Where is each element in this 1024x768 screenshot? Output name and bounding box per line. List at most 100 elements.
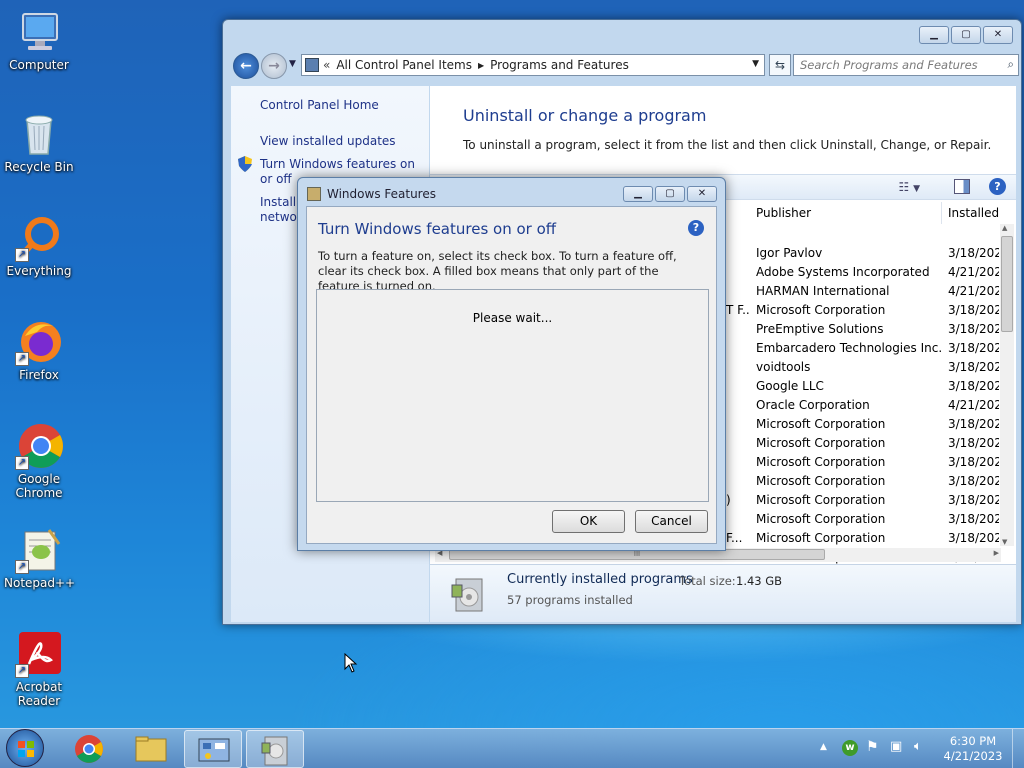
cancel-button[interactable]: Cancel — [635, 510, 708, 533]
program-name-fragment[interactable] — [726, 512, 750, 531]
dialog-maximize-button[interactable]: ▢ — [655, 186, 685, 202]
program-name-fragment[interactable]: T F... — [726, 303, 750, 322]
program-name-fragment[interactable] — [726, 474, 750, 493]
view-options-button[interactable]: ☷ ▼ — [898, 180, 920, 194]
program-publisher[interactable]: Oracle Corporation — [756, 398, 942, 417]
minimize-button[interactable]: ▁ — [919, 26, 949, 44]
program-name-fragment[interactable] — [726, 417, 750, 436]
desktop-icon-everything[interactable]: ↗ Everything — [4, 214, 74, 278]
features-tree[interactable]: Please wait... — [316, 289, 709, 502]
address-bar[interactable]: « All Control Panel Items ▶ Programs and… — [301, 54, 765, 76]
volume-icon[interactable]: 🔈︎ — [914, 739, 922, 754]
refresh-button[interactable]: ⇆ — [769, 54, 791, 76]
desktop-icon-firefox[interactable]: ↗ Firefox — [4, 318, 74, 382]
scroll-up-icon[interactable]: ▲ — [1002, 224, 1007, 232]
program-name-fragment[interactable] — [726, 265, 750, 284]
taskbar-chrome[interactable] — [60, 730, 118, 768]
control-panel-home-link[interactable]: Control Panel Home — [260, 98, 379, 113]
program-installed-date[interactable]: 3/18/2023 — [948, 436, 999, 455]
program-installed-date[interactable]: 3/18/2023 — [948, 341, 999, 360]
preview-pane-button[interactable] — [954, 179, 970, 194]
breadcrumb-all-control-panel-items[interactable]: All Control Panel Items — [336, 58, 472, 72]
program-installed-date[interactable]: 3/18/2023 — [948, 417, 999, 436]
program-name-fragment[interactable] — [726, 379, 750, 398]
taskbar-control-panel[interactable] — [184, 730, 242, 768]
program-name-fragment[interactable] — [726, 284, 750, 303]
program-publisher[interactable]: voidtools — [756, 360, 942, 379]
desktop-icon-notepad-plus-plus[interactable]: ↗ Notepad++ — [4, 526, 75, 590]
maximize-button[interactable]: ▢ — [951, 26, 981, 44]
program-name-fragment[interactable] — [726, 398, 750, 417]
program-installed-date[interactable]: 3/18/2023 — [948, 493, 999, 512]
action-center-flag-icon[interactable]: ⚑ — [866, 739, 879, 755]
program-installed-date[interactable]: 3/18/2023 — [948, 512, 999, 531]
start-button[interactable] — [6, 729, 44, 767]
program-installed-date[interactable]: 3/18/2023 — [948, 246, 999, 265]
program-installed-date[interactable]: 3/18/2023 — [948, 360, 999, 379]
dialog-minimize-button[interactable]: ▁ — [623, 186, 653, 202]
mouse-cursor-icon — [344, 652, 358, 676]
ok-button[interactable]: OK — [552, 510, 625, 533]
program-installed-date[interactable]: 4/21/2023 — [948, 398, 999, 417]
program-name-fragment[interactable] — [726, 436, 750, 455]
help-icon[interactable]: ? — [688, 220, 704, 236]
breadcrumb-separator-icon[interactable]: ▶ — [478, 61, 484, 70]
vertical-scrollbar[interactable]: ▲ ▼ — [1000, 224, 1014, 546]
desktop-icon-computer[interactable]: Computer — [4, 8, 74, 72]
dialog-close-button[interactable]: ✕ — [687, 186, 717, 202]
program-publisher[interactable]: PreEmptive Solutions — [756, 322, 942, 341]
tray-clock[interactable]: 6:30 PM 4/21/2023 — [940, 734, 1006, 764]
network-icon[interactable]: ▣ — [890, 739, 902, 754]
vertical-scroll-thumb[interactable] — [1001, 236, 1013, 332]
scroll-down-icon[interactable]: ▼ — [1002, 538, 1007, 546]
program-installed-date[interactable]: 3/18/2023 — [948, 474, 999, 493]
program-installed-date[interactable]: 4/21/2023 — [948, 265, 999, 284]
program-installed-date[interactable]: 4/21/2023 — [948, 284, 999, 303]
program-name-fragment[interactable] — [726, 322, 750, 341]
program-name-fragment[interactable] — [726, 341, 750, 360]
column-header-installed-on[interactable]: Installed — [942, 202, 1016, 224]
close-button[interactable]: ✕ — [983, 26, 1013, 44]
show-desktop-button[interactable] — [1012, 729, 1024, 768]
help-icon[interactable]: ? — [989, 178, 1006, 195]
program-publisher[interactable]: Microsoft Corporation — [756, 512, 942, 531]
scroll-right-icon[interactable]: ▶ — [994, 549, 999, 557]
program-publisher[interactable]: Microsoft Corporation — [756, 303, 942, 322]
taskbar-file-explorer[interactable] — [122, 730, 180, 768]
program-name-fragment[interactable] — [726, 360, 750, 379]
program-publisher[interactable]: Microsoft Corporation — [756, 417, 942, 436]
program-publisher[interactable]: Adobe Systems Incorporated — [756, 265, 942, 284]
recent-pages-dropdown[interactable]: ▼ — [289, 59, 296, 69]
tray-app-icon[interactable]: w — [842, 740, 858, 756]
view-installed-updates-link[interactable]: View installed updates — [260, 134, 396, 149]
program-publisher[interactable]: Google LLC — [756, 379, 942, 398]
program-publisher[interactable]: Microsoft Corporation — [756, 436, 942, 455]
column-header-publisher[interactable]: Publisher — [750, 202, 942, 224]
breadcrumb-programs-and-features[interactable]: Programs and Features — [490, 58, 629, 72]
address-dropdown-icon[interactable]: ▼ — [752, 59, 759, 69]
taskbar-windows-features[interactable] — [246, 730, 304, 768]
forward-button[interactable]: → — [261, 53, 287, 79]
breadcrumb-overflow-icon[interactable]: « — [323, 58, 330, 72]
program-publisher[interactable]: Embarcadero Technologies Inc. — [756, 341, 942, 360]
program-publisher[interactable]: Microsoft Corporation — [756, 493, 942, 512]
program-publisher[interactable]: Igor Pavlov — [756, 246, 942, 265]
program-publisher[interactable]: HARMAN International — [756, 284, 942, 303]
program-name-fragment[interactable] — [726, 246, 750, 265]
program-installed-date[interactable]: 3/18/2023 — [948, 455, 999, 474]
program-publisher[interactable]: Microsoft Corporation — [756, 455, 942, 474]
program-installed-date[interactable]: 3/18/2023 — [948, 322, 999, 341]
desktop-icon-google-chrome[interactable]: ↗ Google Chrome — [4, 422, 74, 500]
install-program-network-link-partial-2[interactable]: networ — [260, 210, 302, 225]
back-button[interactable]: ← — [233, 53, 259, 79]
program-name-fragment[interactable]: ) — [726, 493, 750, 512]
desktop-icon-acrobat-reader[interactable]: ↗ Acrobat Reader — [4, 630, 74, 708]
program-name-fragment[interactable] — [726, 455, 750, 474]
everything-icon: ↗ — [15, 214, 63, 262]
search-input[interactable]: Search Programs and Features ⌕ — [793, 54, 1019, 76]
desktop-icon-recycle-bin[interactable]: Recycle Bin — [4, 110, 74, 174]
program-installed-date[interactable]: 3/18/2023 — [948, 303, 999, 322]
show-hidden-icons-button[interactable]: ▲ — [820, 742, 827, 752]
program-installed-date[interactable]: 3/18/2023 — [948, 379, 999, 398]
program-publisher[interactable]: Microsoft Corporation — [756, 474, 942, 493]
